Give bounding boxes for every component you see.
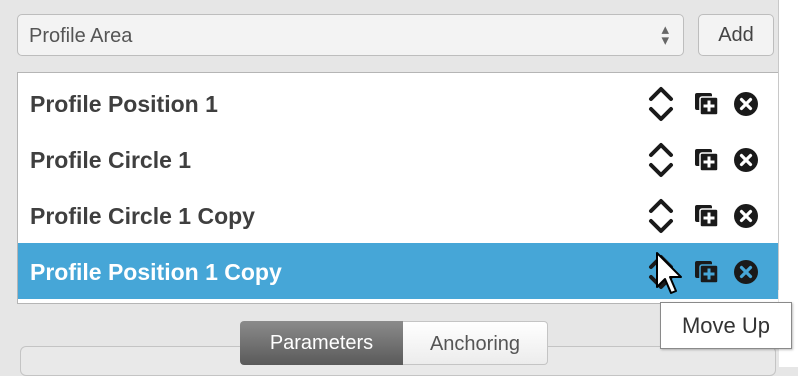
up-down-arrows-icon[interactable] xyxy=(647,139,675,181)
profile-label: Profile Position 1 Copy xyxy=(30,259,282,285)
row-actions xyxy=(647,83,767,123)
delete-circle-icon[interactable] xyxy=(734,260,758,284)
list-item[interactable]: Profile Circle 1 Copy xyxy=(18,187,778,243)
up-down-arrows-icon[interactable] xyxy=(647,83,675,125)
add-button[interactable]: Add xyxy=(698,14,774,56)
select-arrows-icon: ▴ ▾ xyxy=(661,21,669,49)
move-up-tooltip: Move Up xyxy=(660,302,792,349)
profile-type-select[interactable]: Profile Area ▴ ▾ xyxy=(17,14,684,56)
row-actions xyxy=(647,139,767,179)
duplicate-icon[interactable] xyxy=(695,261,719,283)
profile-label: Profile Circle 1 xyxy=(30,147,192,173)
mouse-cursor-icon xyxy=(656,252,682,294)
tab-parameters[interactable]: Parameters xyxy=(240,321,403,365)
list-item[interactable]: Profile Circle 1 xyxy=(18,131,778,187)
list-item[interactable]: Profile Position 1 xyxy=(18,75,778,131)
tab-anchoring[interactable]: Anchoring xyxy=(403,321,548,365)
delete-circle-icon[interactable] xyxy=(734,92,758,116)
delete-circle-icon[interactable] xyxy=(734,204,758,228)
row-actions xyxy=(647,195,767,235)
profile-label: Profile Position 1 xyxy=(30,91,218,117)
delete-circle-icon[interactable] xyxy=(734,148,758,172)
profile-label: Profile Circle 1 Copy xyxy=(30,203,255,229)
window-edge-line xyxy=(778,0,779,290)
up-down-arrows-icon[interactable] xyxy=(647,195,675,237)
profile-type-select-value: Profile Area xyxy=(29,25,133,47)
duplicate-icon[interactable] xyxy=(695,149,719,171)
duplicate-icon[interactable] xyxy=(695,205,719,227)
duplicate-icon[interactable] xyxy=(695,93,719,115)
